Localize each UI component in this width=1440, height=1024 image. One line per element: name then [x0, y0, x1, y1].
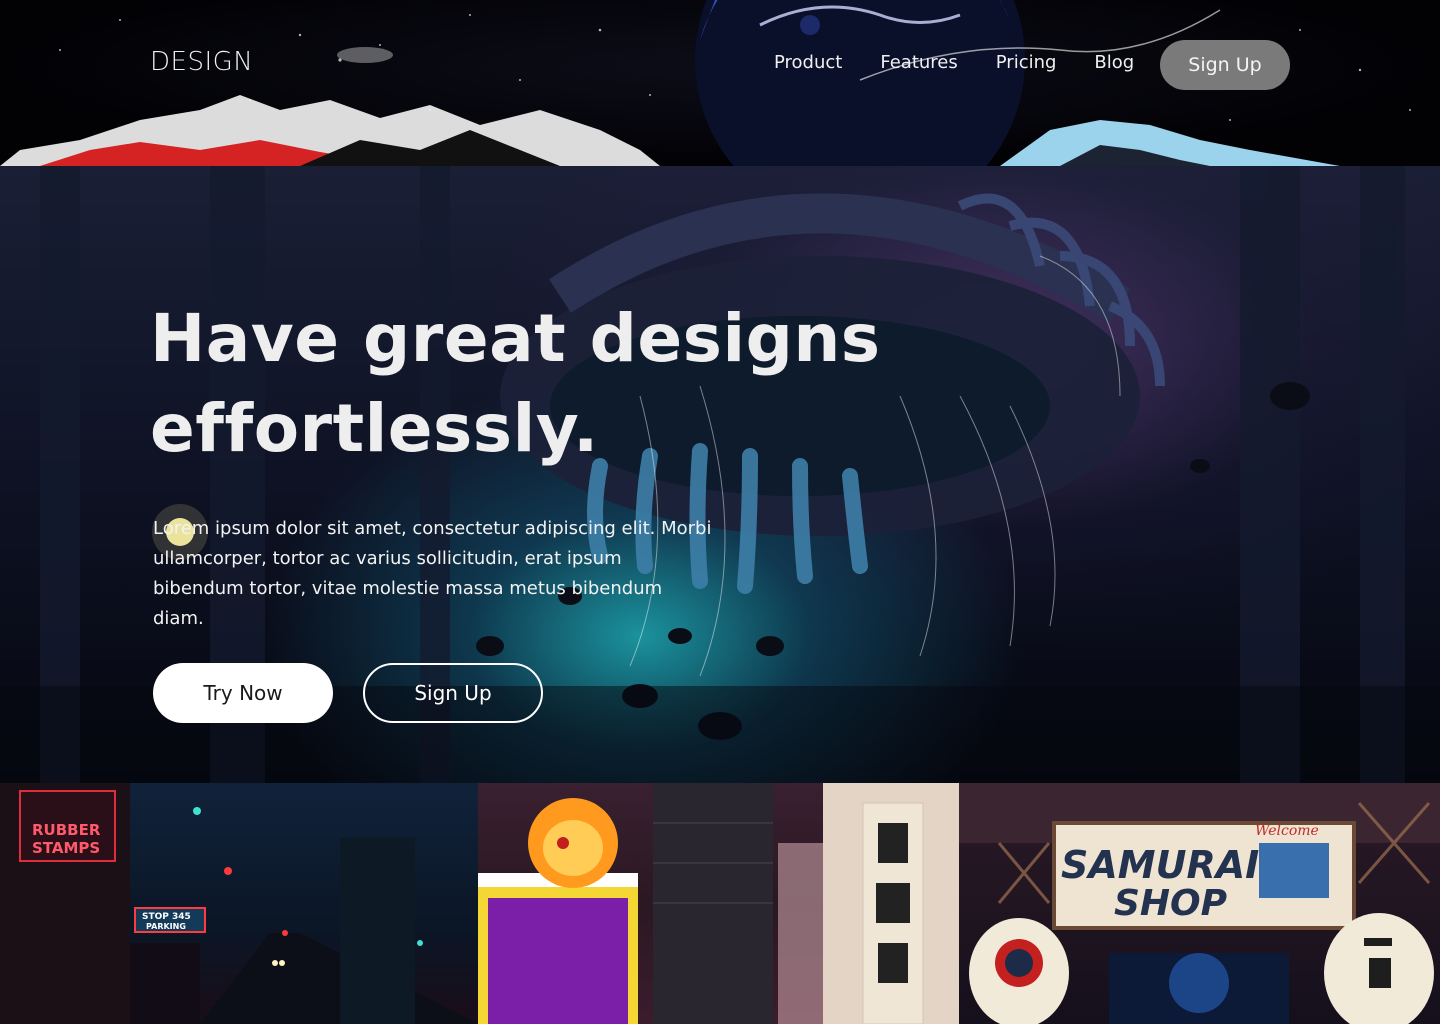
- samurai-sign-line1: SAMURAI: [1061, 843, 1259, 887]
- welcome-sign: Welcome: [1255, 823, 1319, 839]
- logo[interactable]: DESIGN: [150, 47, 253, 77]
- gallery-image-night-street[interactable]: RUBBER STAMPS STOP 345 PARKING: [0, 783, 478, 1024]
- nav-product[interactable]: Product: [774, 52, 842, 73]
- gallery-image-neon-signs[interactable]: [478, 783, 959, 1024]
- hero-description: Lorem ipsum dolor sit amet, consectetur …: [153, 518, 712, 629]
- header-signup-button[interactable]: Sign Up: [1160, 40, 1290, 90]
- samurai-sign-line2: SHOP: [1114, 883, 1227, 924]
- main-nav: Product Features Pricing Blog: [774, 52, 1172, 73]
- neon-signs-illustration: [478, 783, 959, 1024]
- nav-pricing[interactable]: Pricing: [996, 52, 1057, 73]
- try-now-button[interactable]: Try Now: [153, 663, 333, 723]
- hero-title: Have great designs effortlessly.: [150, 300, 881, 467]
- night-street-illustration: RUBBER STAMPS STOP 345 PARKING: [0, 783, 478, 1024]
- hero-signup-button[interactable]: Sign Up: [363, 663, 543, 723]
- rubber-sign-top: RUBBER: [32, 821, 101, 839]
- nav-features[interactable]: Features: [880, 52, 957, 73]
- rubber-sign-bottom: STAMPS: [32, 839, 100, 857]
- samurai-shop-illustration: SAMURAI SHOP Welcome: [959, 783, 1440, 1024]
- parking-sign-top: STOP 345: [142, 912, 191, 922]
- hero-section: Have great designs effortlessly. Lorem i…: [0, 166, 1440, 783]
- nav-blog[interactable]: Blog: [1094, 52, 1134, 73]
- gallery-image-samurai-shop[interactable]: SAMURAI SHOP Welcome: [959, 783, 1440, 1024]
- site-header: DESIGN Product Features Pricing Blog Sig…: [0, 0, 1440, 166]
- image-gallery: RUBBER STAMPS STOP 345 PARKING SAMURAI S…: [0, 783, 1440, 1024]
- parking-sign-bottom: PARKING: [146, 922, 186, 931]
